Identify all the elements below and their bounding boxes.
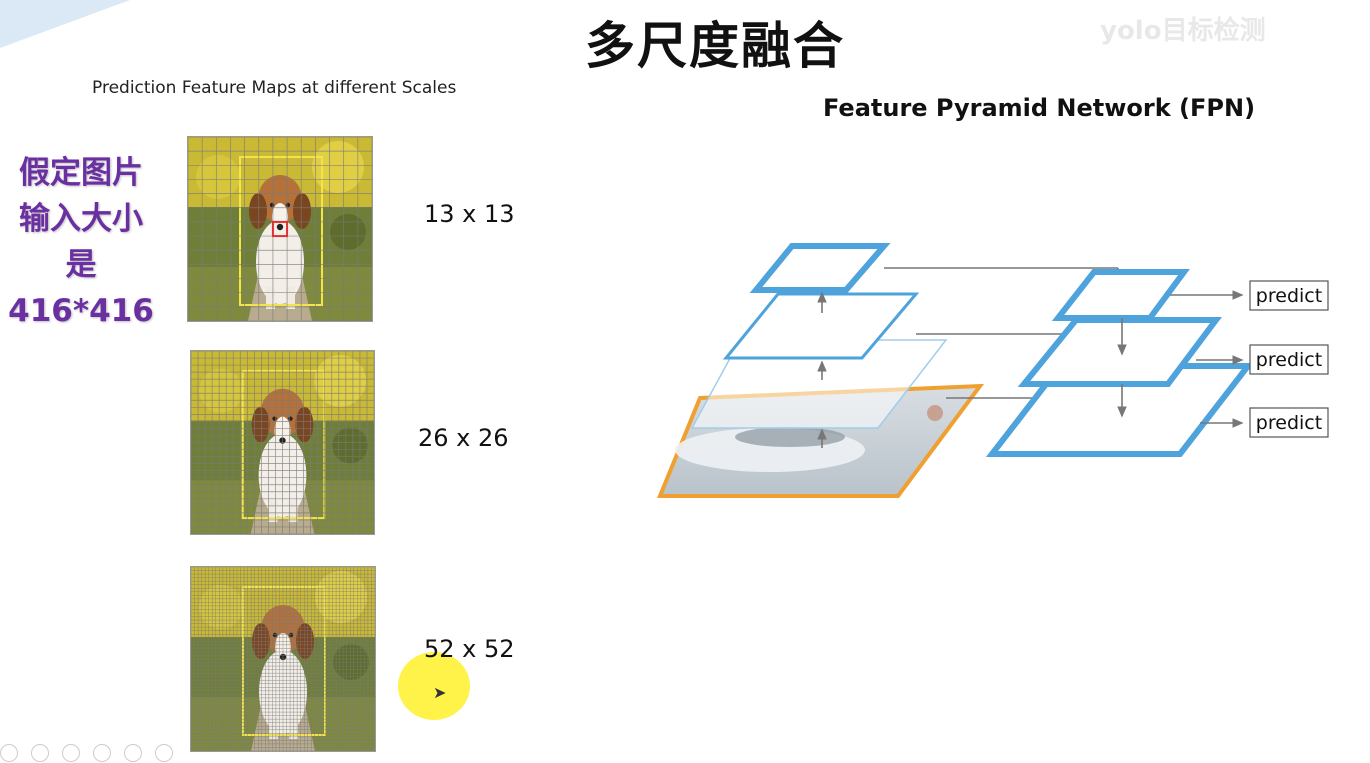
- input-size-note-line-2: 输入大小: [19, 201, 143, 237]
- predict-label-3: predict: [1256, 412, 1322, 434]
- pyramid-layer-small: [749, 243, 891, 293]
- feature-map-26-image: [190, 350, 375, 535]
- presentation-toolbar: [0, 744, 200, 762]
- input-size-note-line-1: 假定图片: [19, 155, 143, 191]
- scale-label-13: 13 x 13: [424, 200, 515, 228]
- input-size-note-line-4: 416*416: [8, 293, 154, 329]
- scale-label-52: 52 x 52: [424, 635, 515, 663]
- fpn-diagram: predict predict predict: [657, 243, 1329, 498]
- feature-map-52-image: [190, 566, 376, 752]
- input-size-note-line-3: 是: [65, 247, 97, 283]
- feature-map-13-image: [187, 136, 373, 322]
- predict-box-2: predict: [1249, 344, 1329, 375]
- predict-box-1: predict: [1249, 280, 1329, 311]
- predict-label-2: predict: [1256, 349, 1322, 371]
- pen-icon[interactable]: [62, 744, 81, 762]
- zoom-icon[interactable]: [124, 744, 143, 762]
- fpn-title: Feature Pyramid Network (FPN): [823, 94, 1256, 122]
- slides-icon[interactable]: [93, 744, 112, 762]
- next-slide-icon[interactable]: [31, 744, 50, 762]
- scale-label-26: 26 x 26: [418, 424, 509, 452]
- input-size-note: 假定图片 输入大小 是 416*416: [6, 150, 156, 334]
- feature-maps-caption: Prediction Feature Maps at different Sca…: [92, 78, 457, 98]
- more-options-icon[interactable]: [155, 744, 174, 762]
- predict-label-1: predict: [1256, 285, 1322, 307]
- topdown-layer-small: [1051, 269, 1190, 321]
- previous-slide-icon[interactable]: [0, 744, 18, 762]
- watermark-text: yolo目标检测: [1100, 16, 1266, 46]
- predict-box-3: predict: [1249, 407, 1329, 438]
- mouse-pointer-icon: ➤: [433, 683, 447, 702]
